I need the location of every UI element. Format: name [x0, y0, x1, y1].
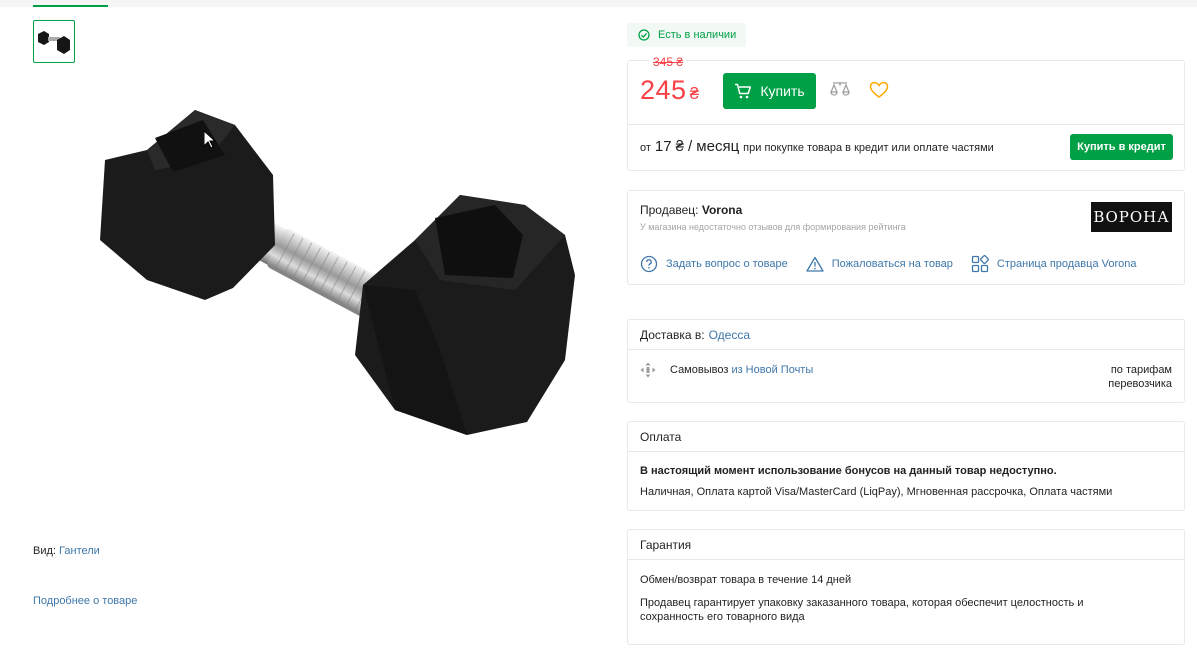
price-value: 245: [640, 75, 687, 105]
credit-from: от: [640, 142, 651, 154]
cart-icon: [735, 83, 752, 99]
delivery-box: Доставка в: Одесса Самовывоз из Новой По…: [627, 319, 1185, 403]
grid-tiles-icon: [971, 255, 989, 273]
payment-header: Оплата: [628, 422, 1184, 452]
active-tab-indicator: [33, 5, 108, 7]
seller-box: Продавец: Vorona У магазина недостаточно…: [627, 190, 1185, 285]
more-about-product-link[interactable]: Подробнее о товаре: [33, 595, 137, 607]
product-main-image[interactable]: [95, 100, 585, 440]
mouse-cursor-icon: [204, 131, 216, 149]
product-thumbnail[interactable]: [33, 20, 75, 63]
credit-amount: 17: [654, 138, 672, 155]
pickup-option: Самовывоз из Новой Почты: [640, 362, 813, 378]
credit-currency: ₴: [675, 138, 684, 155]
seller-actions: Задать вопрос о товаре Пожаловаться на т…: [640, 255, 1137, 273]
ask-question-label: Задать вопрос о товаре: [666, 258, 788, 270]
payment-methods: Наличная, Оплата картой Visa/MasterCard …: [640, 486, 1113, 498]
check-circle-icon: [638, 29, 650, 41]
pickup-prefix: Самовывоз: [670, 364, 729, 376]
bonus-notice: В настоящий момент использование бонусов…: [640, 465, 1057, 477]
availability-status: Есть в наличии: [658, 29, 737, 41]
nova-poshta-icon: [640, 362, 656, 378]
buy-button-label: Купить: [760, 83, 805, 99]
ask-question-link[interactable]: Задать вопрос о товаре: [640, 255, 788, 273]
seller-info: Продавец: Vorona: [640, 203, 742, 217]
price-currency: ₴: [689, 84, 700, 103]
return-policy: Обмен/возврат товара в течение 14 дней: [640, 574, 852, 586]
current-price: 245 ₴: [640, 75, 700, 106]
warranty-box: Гарантия Обмен/возврат товара в течение …: [627, 529, 1185, 645]
buy-on-credit-button[interactable]: Купить в кредит: [1070, 134, 1173, 160]
pickup-text: Самовывоз из Новой Почты: [670, 364, 813, 376]
delivery-header: Доставка в: Одесса: [628, 320, 1184, 350]
credit-period: / месяц: [687, 138, 740, 155]
seller-page-label: Страница продавца Vorona: [996, 258, 1137, 270]
dumbbell-image: [100, 110, 575, 435]
seller-page-link[interactable]: Страница продавца Vorona: [971, 255, 1137, 273]
delivery-tariff: по тарифам перевозчика: [1108, 364, 1172, 390]
warning-triangle-icon: [806, 256, 824, 272]
product-type: Вид: Гантели: [33, 545, 100, 557]
seller-name: Vorona: [701, 203, 743, 217]
credit-text: при покупке товара в кредит или оплате ч…: [743, 142, 994, 154]
product-type-link[interactable]: Гантели: [59, 545, 100, 557]
report-product-label: Пожаловаться на товар: [831, 258, 953, 270]
delivery-city-link[interactable]: Одесса: [709, 328, 750, 342]
delivery-label: Доставка в:: [640, 327, 705, 342]
seller-rating-note: У магазина недостаточно отзывов для форм…: [640, 222, 906, 232]
buy-button[interactable]: Купить: [723, 73, 816, 109]
dumbbell-thumbnail-image: [38, 30, 70, 54]
seller-label: Продавец:: [640, 203, 699, 217]
product-type-label: Вид:: [33, 545, 56, 557]
credit-offer: от 17 ₴ / месяц при покупке товара в кре…: [640, 138, 994, 155]
seller-guarantee: Продавец гарантирует упаковку заказанног…: [640, 597, 1084, 623]
payment-box: Оплата В настоящий момент использование …: [627, 421, 1185, 511]
availability-badge: Есть в наличии: [627, 23, 746, 47]
warranty-header: Гарантия: [628, 530, 1184, 560]
compare-scales-icon[interactable]: [830, 81, 850, 99]
buy-box-divider: [628, 124, 1184, 125]
pickup-link[interactable]: из Новой Почты: [731, 364, 813, 376]
old-price: 345 ₴: [650, 55, 687, 69]
question-circle-icon: [640, 255, 658, 273]
top-tabs-bar: [0, 0, 1197, 7]
report-product-link[interactable]: Пожаловаться на товар: [806, 255, 953, 273]
wishlist-heart-icon[interactable]: [869, 81, 889, 99]
seller-logo[interactable]: ВОРОНА: [1091, 202, 1172, 232]
buy-box: 345 ₴ 245 ₴ Купить от 17 ₴ / месяц при по…: [627, 55, 1185, 171]
